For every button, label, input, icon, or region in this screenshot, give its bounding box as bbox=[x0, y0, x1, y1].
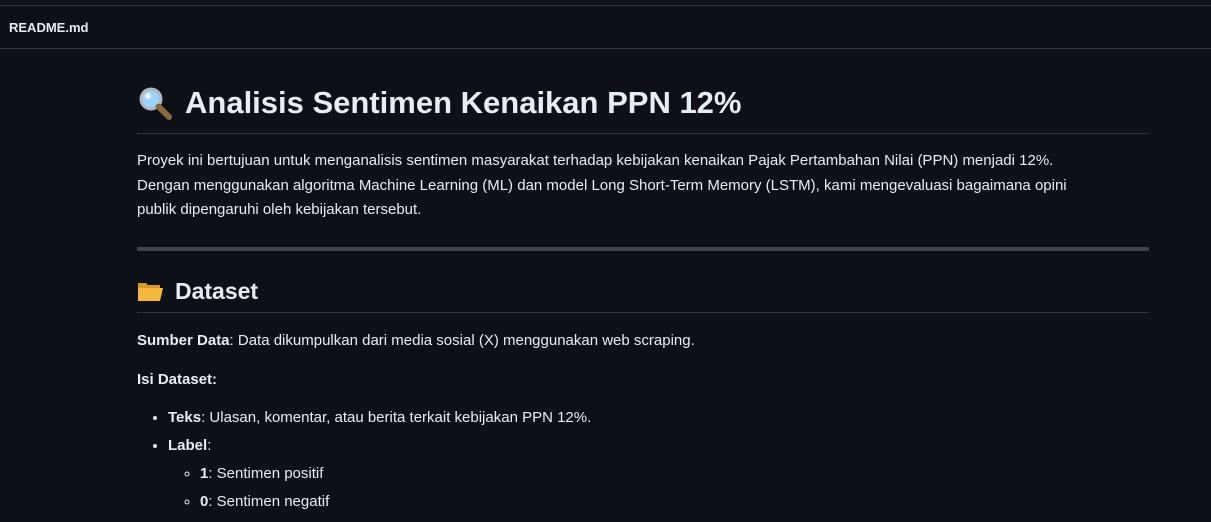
label-sublist: 1: Sentimen positif 0: Sentimen negatif bbox=[168, 463, 1149, 513]
dataset-list: Teks: Ulasan, komentar, atau berita terk… bbox=[137, 407, 1149, 513]
intro-line-1: Proyek ini bertujuan untuk menganalisis … bbox=[137, 152, 1054, 169]
list-item-label: Teks bbox=[168, 408, 202, 426]
source-line: Sumber Data: Data dikumpulkan dari media… bbox=[137, 330, 1149, 352]
dataset-heading-text: Dataset bbox=[175, 277, 259, 304]
list-item-label: Label bbox=[168, 436, 208, 454]
sublist-item-text: : Sentimen positif bbox=[208, 464, 324, 482]
source-label: Sumber Data bbox=[137, 331, 230, 349]
magnifying-glass-icon bbox=[137, 85, 173, 121]
intro-line-2: Dengan menggunakan algoritma Machine Lea… bbox=[137, 176, 1067, 194]
sublist-item: 0: Sentimen negatif bbox=[200, 491, 1149, 513]
source-text: : Data dikumpulkan dari media sosial (X)… bbox=[229, 331, 695, 349]
file-name-link[interactable]: README.md bbox=[9, 20, 88, 35]
sublist-item: 1: Sentimen positif bbox=[200, 463, 1149, 485]
readme-content: Analisis Sentimen Kenaikan PPN 12% Proye… bbox=[137, 82, 1149, 519]
open-folder-icon bbox=[137, 280, 164, 302]
list-item: Label: 1: Sentimen positif 0: Sentimen n… bbox=[168, 435, 1149, 513]
readme-title: Analisis Sentimen Kenaikan PPN 12% bbox=[137, 82, 1149, 134]
horizontal-rule bbox=[137, 246, 1149, 251]
intro-paragraph: Proyek ini bertujuan untuk menganalisis … bbox=[137, 149, 1149, 223]
contents-label: Isi Dataset: bbox=[137, 370, 218, 388]
intro-line-3: publik dipengaruhi oleh kebijakan terseb… bbox=[137, 201, 422, 218]
readme-title-text: Analisis Sentimen Kenaikan PPN 12% bbox=[185, 85, 742, 120]
list-item: Teks: Ulasan, komentar, atau berita terk… bbox=[168, 407, 1149, 429]
dataset-heading: Dataset bbox=[137, 277, 1149, 313]
list-item-text: : bbox=[207, 436, 212, 454]
contents-line: Isi Dataset: bbox=[137, 369, 1149, 391]
sublist-item-text: : Sentimen negatif bbox=[208, 492, 330, 510]
file-header: README.md bbox=[0, 6, 1211, 49]
list-item-text: : Ulasan, komentar, atau berita terkait … bbox=[201, 408, 592, 426]
